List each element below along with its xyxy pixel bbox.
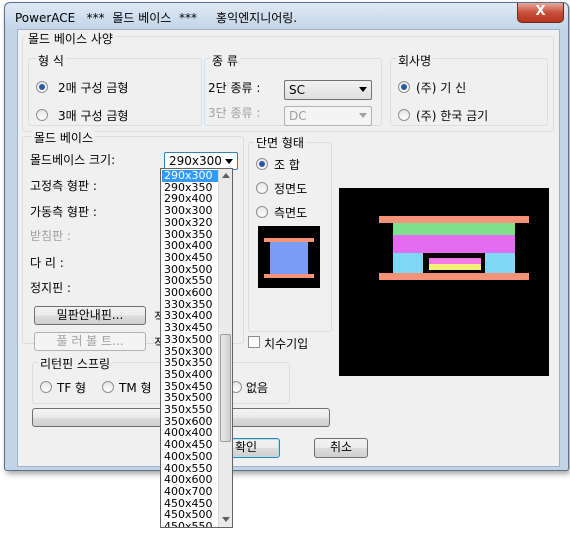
chevron-down-icon [225,159,233,164]
radio-3plate-label: 3매 구성 금형 [58,109,129,123]
cancel-button[interactable]: 취소 [314,438,368,458]
title-bar[interactable]: PowerACE *** 몰드 베이스 *** 홍익엔지니어링. X [5,3,568,29]
radio-2plate-label: 2매 구성 금형 [58,81,129,95]
spec-group-label: 몰드 베이스 사양 [26,30,115,47]
fixed-plate-label: 고정측 형판 : [30,179,97,193]
radio-company-gisin-label: (주) 기 신 [416,81,467,95]
base-size-label: 몰드베이스 크기: [30,153,116,167]
support-plate-label: 받침판 : [30,229,71,243]
radio-company-hankook[interactable] [398,109,410,121]
radio-section-side[interactable] [256,206,268,218]
radio-2plate[interactable] [36,81,48,93]
scroll-up-icon[interactable] [222,173,230,178]
radio-spring-tf[interactable] [40,381,52,393]
radio-section-front[interactable] [256,182,268,194]
preview-top-plate [379,216,529,223]
dropdown-item[interactable]: 450x550 [162,521,219,528]
radio-company-hankook-label: (주) 한국 금기 [416,109,489,123]
window-title: PowerACE *** 몰드 베이스 *** 홍익엔지니어링. [15,11,298,25]
mold-preview [339,188,549,376]
preview-magenta-plate [393,235,515,253]
dropdown-scrollbar[interactable] [218,169,232,527]
base-size-value: 290x300 [169,154,222,168]
thumb-plate-bottom [264,274,314,278]
dialog-window: PowerACE *** 몰드 베이스 *** 홍익엔지니어링. X 몰드 베이… [4,2,569,471]
spacer-label: 다 리 : [30,256,64,270]
dropdown-item[interactable]: 400x500 [162,450,219,463]
close-button[interactable]: X [517,3,564,23]
preview-cyan-right [485,253,515,273]
radio-section-combined[interactable] [256,158,268,170]
type-2step-combo[interactable]: SC [284,80,372,100]
type-3step-combo[interactable]: DC [284,106,372,126]
chevron-down-icon [359,87,367,92]
base-size-dropdown-list[interactable]: 290x300 290x350 290x400 300x300 300x320 300x3… [160,168,233,528]
section-thumbnail[interactable] [258,226,320,288]
moving-plate-label: 가동측 형판 : [30,205,97,219]
section-group-label: 단면 형태 [254,134,306,151]
radio-section-side-label: 측면도 [274,206,308,220]
dialog-client-area: 몰드 베이스 사양 형 식 2매 구성 금형 3매 구성 금형 종 류 2단 종… [17,29,560,467]
radio-section-front-label: 정면도 [274,182,308,196]
type-3step-label: 3단 종류 : [208,106,261,120]
radio-spring-none-label: 없음 [246,381,269,395]
radio-spring-tm-label: TM 형 [119,381,152,395]
type-2step-label: 2단 종류 : [208,81,261,95]
radio-3plate[interactable] [36,109,48,121]
base-group-label: 몰드 베이스 [32,129,96,146]
radio-spring-tf-label: TF 형 [57,381,87,395]
guide-pin-button[interactable]: 밀판안내핀... [34,306,146,325]
dropdown-item[interactable]: 330x500 [162,333,219,346]
radio-spring-tm[interactable] [102,381,114,393]
preview-bottom-plate [379,273,529,280]
company-group-label: 회사명 [396,52,434,69]
preview-insert-yellow [429,264,481,270]
dimension-checkbox[interactable] [248,336,260,348]
type-2step-value: SC [289,83,305,97]
dropdown-item[interactable]: 300x320 [162,216,219,229]
format-group-label: 형 식 [36,52,66,69]
scroll-thumb[interactable] [220,334,231,442]
pull-bolt-button[interactable]: 풀 러 볼 트... [34,332,146,351]
chevron-down-icon [359,113,367,118]
radio-company-gisin[interactable] [398,81,410,93]
radio-section-combined-label: 조 합 [274,158,300,172]
type-group-label: 종 류 [210,52,240,69]
preview-green-plate [393,223,515,235]
dimension-checkbox-label: 치수기입 [264,337,309,351]
thumb-body [270,242,308,274]
scroll-down-icon[interactable] [222,517,230,522]
preview-cyan-left [393,253,423,273]
type-3step-value: DC [289,109,307,123]
stop-pin-label: 정지핀 : [30,281,71,295]
spring-group-label: 리턴핀 스프링 [38,355,113,372]
